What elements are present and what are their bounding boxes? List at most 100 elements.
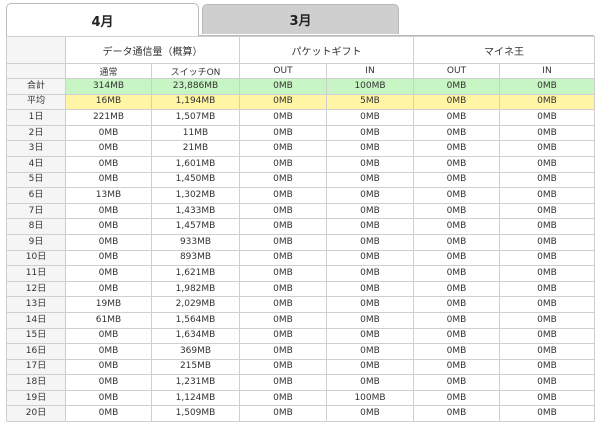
subheader-gift-out: OUT bbox=[239, 63, 327, 79]
table-cell: 0MB bbox=[239, 280, 327, 298]
table-cell: 1,564MB bbox=[151, 311, 240, 329]
average-row: 平均 16MB 1,194MB 0MB 5MB 0MB 0MB bbox=[6, 93, 595, 111]
row-label: 19日 bbox=[6, 389, 66, 407]
table-cell: 0MB bbox=[239, 296, 327, 313]
table-cell: 0MB bbox=[499, 280, 595, 298]
table-cell: 0MB bbox=[239, 343, 327, 360]
table-cell: 0MB bbox=[499, 171, 595, 189]
row-label: 13日 bbox=[6, 296, 66, 313]
table-row: 2日 0MB 11MB 0MB 0MB 0MB 0MB bbox=[6, 124, 595, 142]
table-cell: 314MB bbox=[65, 78, 152, 95]
header-mineo-king: マイネ王 bbox=[413, 36, 595, 64]
table-cell: 0MB bbox=[65, 233, 152, 251]
table-cell: 0MB bbox=[65, 171, 152, 189]
table-cell: 0MB bbox=[65, 249, 152, 267]
table-cell: 0MB bbox=[499, 140, 595, 157]
table-cell: 0MB bbox=[65, 374, 152, 391]
table-cell: 0MB bbox=[499, 187, 595, 204]
row-label: 平均 bbox=[6, 93, 66, 111]
table-cell: 0MB bbox=[326, 124, 414, 142]
table-cell: 0MB bbox=[239, 171, 327, 189]
row-label: 18日 bbox=[6, 374, 66, 391]
table-cell: 0MB bbox=[65, 343, 152, 360]
table-cell: 0MB bbox=[326, 343, 414, 360]
subheader-king-out: OUT bbox=[413, 63, 500, 79]
table-cell: 0MB bbox=[239, 93, 327, 111]
tab-march[interactable]: 3月 bbox=[202, 4, 399, 34]
table-cell: 0MB bbox=[239, 358, 327, 376]
table-cell: 0MB bbox=[413, 296, 500, 313]
row-label: 17日 bbox=[6, 358, 66, 376]
row-label: 5日 bbox=[6, 171, 66, 189]
table-cell: 1,457MB bbox=[151, 218, 240, 235]
table-cell: 0MB bbox=[499, 296, 595, 313]
table-cell: 1,621MB bbox=[151, 265, 240, 282]
table-cell: 0MB bbox=[499, 343, 595, 360]
row-label: 2日 bbox=[6, 124, 66, 142]
table-cell: 0MB bbox=[239, 187, 327, 204]
table-cell: 0MB bbox=[65, 218, 152, 235]
row-label: 10日 bbox=[6, 249, 66, 267]
row-label: 11日 bbox=[6, 265, 66, 282]
table-cell: 0MB bbox=[239, 249, 327, 267]
table-cell: 0MB bbox=[413, 327, 500, 345]
table-cell: 0MB bbox=[326, 280, 414, 298]
table-cell: 0MB bbox=[65, 280, 152, 298]
table-cell: 1,231MB bbox=[151, 374, 240, 391]
table-cell: 0MB bbox=[499, 265, 595, 282]
table-cell: 0MB bbox=[499, 93, 595, 111]
table-cell: 0MB bbox=[239, 327, 327, 345]
table-row: 9日 0MB 933MB 0MB 0MB 0MB 0MB bbox=[6, 233, 595, 251]
table-cell: 0MB bbox=[499, 155, 595, 173]
table-row: 14日 61MB 1,564MB 0MB 0MB 0MB 0MB bbox=[6, 311, 595, 329]
table-cell: 0MB bbox=[239, 202, 327, 220]
table-cell: 23,886MB bbox=[151, 78, 240, 95]
subheader-king-in: IN bbox=[499, 63, 595, 79]
tab-april[interactable]: 4月 bbox=[6, 3, 199, 36]
table-cell: 1,507MB bbox=[151, 109, 240, 126]
table-cell: 0MB bbox=[65, 405, 152, 423]
row-label: 9日 bbox=[6, 233, 66, 251]
subheader-normal: 通常 bbox=[65, 63, 152, 79]
table-cell: 0MB bbox=[326, 171, 414, 189]
table-row: 6日 13MB 1,302MB 0MB 0MB 0MB 0MB bbox=[6, 187, 595, 204]
table-cell: 0MB bbox=[326, 296, 414, 313]
table-cell: 0MB bbox=[326, 358, 414, 376]
header-corner-sub bbox=[6, 63, 66, 79]
table-cell: 0MB bbox=[65, 358, 152, 376]
table-cell: 2,029MB bbox=[151, 296, 240, 313]
table-cell: 0MB bbox=[413, 171, 500, 189]
table-cell: 369MB bbox=[151, 343, 240, 360]
row-label: 16日 bbox=[6, 343, 66, 360]
table-cell: 0MB bbox=[326, 405, 414, 423]
table-cell: 215MB bbox=[151, 358, 240, 376]
table-cell: 61MB bbox=[65, 311, 152, 329]
header-packet-gift: パケットギフト bbox=[239, 36, 414, 64]
table-cell: 0MB bbox=[413, 358, 500, 376]
table-cell: 1,433MB bbox=[151, 202, 240, 220]
subheader-gift-in: IN bbox=[326, 63, 414, 79]
table-row: 17日 0MB 215MB 0MB 0MB 0MB 0MB bbox=[6, 358, 595, 376]
month-tabs: 4月 3月 bbox=[6, 3, 600, 37]
table-row: 16日 0MB 369MB 0MB 0MB 0MB 0MB bbox=[6, 343, 595, 360]
table-cell: 0MB bbox=[413, 265, 500, 282]
table-cell: 0MB bbox=[239, 218, 327, 235]
table-row: 1日 221MB 1,507MB 0MB 0MB 0MB 0MB bbox=[6, 109, 595, 126]
row-label: 12日 bbox=[6, 280, 66, 298]
row-label: 7日 bbox=[6, 202, 66, 220]
table-cell: 19MB bbox=[65, 296, 152, 313]
table-cell: 0MB bbox=[65, 140, 152, 157]
table-cell: 0MB bbox=[413, 233, 500, 251]
table-cell: 21MB bbox=[151, 140, 240, 157]
usage-table: データ通信量（概算） パケットギフト マイネ王 通常 スイッチON OUT IN… bbox=[6, 36, 595, 423]
table-cell: 0MB bbox=[499, 327, 595, 345]
table-cell: 221MB bbox=[65, 109, 152, 126]
header-corner bbox=[6, 36, 66, 64]
row-label: 14日 bbox=[6, 311, 66, 329]
table-cell: 0MB bbox=[326, 327, 414, 345]
table-cell: 0MB bbox=[499, 389, 595, 407]
table-cell: 0MB bbox=[65, 389, 152, 407]
table-cell: 0MB bbox=[239, 265, 327, 282]
row-label: 合計 bbox=[6, 78, 66, 95]
table-cell: 0MB bbox=[499, 78, 595, 95]
